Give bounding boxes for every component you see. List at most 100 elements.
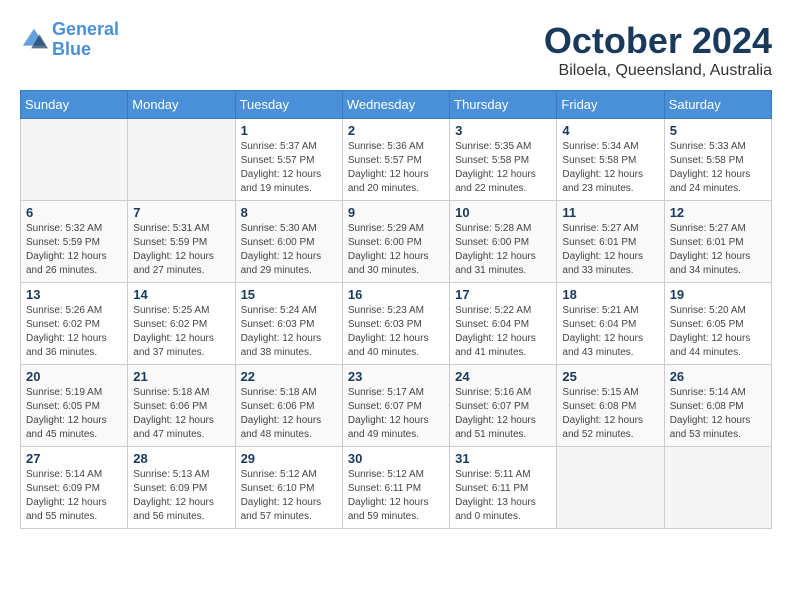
day-info: Sunrise: 5:18 AM Sunset: 6:06 PM Dayligh… <box>133 386 229 442</box>
day-header-wednesday: Wednesday <box>342 91 449 119</box>
calendar-cell: 1Sunrise: 5:37 AM Sunset: 5:57 PM Daylig… <box>235 119 342 201</box>
calendar-cell: 11 Sunrise: 5:27 AM Sunset: 6:01 PM Dayli… <box>557 201 664 283</box>
day-info: Sunrise: 5:14 AM Sunset: 6:09 PM Dayligh… <box>26 468 122 524</box>
day-number: 11 <box>562 205 658 220</box>
calendar-cell: 6Sunrise: 5:32 AM Sunset: 5:59 PM Daylig… <box>21 201 128 283</box>
day-number: 20 <box>26 369 122 384</box>
day-info: Sunrise: 5:30 AM Sunset: 6:00 PM Dayligh… <box>241 222 337 278</box>
calendar-week-3: 13 Sunrise: 5:26 AM Sunset: 6:02 PM Dayli… <box>21 283 772 365</box>
calendar-cell: 18 Sunrise: 5:21 AM Sunset: 6:04 PM Dayli… <box>557 283 664 365</box>
day-info: Sunrise: 5:11 AM Sunset: 6:11 PM Dayligh… <box>455 468 551 524</box>
calendar-cell: 27 Sunrise: 5:14 AM Sunset: 6:09 PM Dayli… <box>21 447 128 529</box>
day-number: 23 <box>348 369 444 384</box>
day-info: Sunrise: 5:29 AM Sunset: 6:00 PM Dayligh… <box>348 222 444 278</box>
day-info: Sunrise: 5:21 AM Sunset: 6:04 PM Dayligh… <box>562 304 658 360</box>
day-info: Sunrise: 5:18 AM Sunset: 6:06 PM Dayligh… <box>241 386 337 442</box>
day-info: Sunrise: 5:27 AM Sunset: 6:01 PM Dayligh… <box>562 222 658 278</box>
calendar-week-4: 20 Sunrise: 5:19 AM Sunset: 6:05 PM Dayli… <box>21 365 772 447</box>
day-info: Sunrise: 5:33 AM Sunset: 5:58 PM Dayligh… <box>670 140 766 196</box>
calendar-cell: 28Sunrise: 5:13 AM Sunset: 6:09 PM Dayli… <box>128 447 235 529</box>
day-number: 25 <box>562 369 658 384</box>
calendar-cell: 31Sunrise: 5:11 AM Sunset: 6:11 PM Dayli… <box>450 447 557 529</box>
day-info: Sunrise: 5:20 AM Sunset: 6:05 PM Dayligh… <box>670 304 766 360</box>
calendar-cell: 9 Sunrise: 5:29 AM Sunset: 6:00 PM Daylig… <box>342 201 449 283</box>
day-number: 18 <box>562 287 658 302</box>
day-info: Sunrise: 5:14 AM Sunset: 6:08 PM Dayligh… <box>670 386 766 442</box>
logo: General Blue <box>20 20 119 60</box>
calendar-cell: 23 Sunrise: 5:17 AM Sunset: 6:07 PM Dayli… <box>342 365 449 447</box>
subtitle: Biloela, Queensland, Australia <box>544 62 772 80</box>
calendar-cell: 19Sunrise: 5:20 AM Sunset: 6:05 PM Dayli… <box>664 283 771 365</box>
day-header-friday: Friday <box>557 91 664 119</box>
calendar-cell: 15Sunrise: 5:24 AM Sunset: 6:03 PM Dayli… <box>235 283 342 365</box>
day-header-saturday: Saturday <box>664 91 771 119</box>
day-info: Sunrise: 5:23 AM Sunset: 6:03 PM Dayligh… <box>348 304 444 360</box>
logo-icon <box>20 26 48 54</box>
logo-text: General Blue <box>52 20 119 60</box>
calendar-cell: 2 Sunrise: 5:36 AM Sunset: 5:57 PM Daylig… <box>342 119 449 201</box>
day-number: 4 <box>562 123 658 138</box>
calendar-cell: 10Sunrise: 5:28 AM Sunset: 6:00 PM Dayli… <box>450 201 557 283</box>
day-number: 7 <box>133 205 229 220</box>
day-number: 27 <box>26 451 122 466</box>
day-info: Sunrise: 5:15 AM Sunset: 6:08 PM Dayligh… <box>562 386 658 442</box>
day-number: 8 <box>241 205 337 220</box>
day-info: Sunrise: 5:31 AM Sunset: 5:59 PM Dayligh… <box>133 222 229 278</box>
day-info: Sunrise: 5:17 AM Sunset: 6:07 PM Dayligh… <box>348 386 444 442</box>
day-number: 2 <box>348 123 444 138</box>
calendar: SundayMondayTuesdayWednesdayThursdayFrid… <box>20 90 772 529</box>
calendar-cell: 5 Sunrise: 5:33 AM Sunset: 5:58 PM Daylig… <box>664 119 771 201</box>
day-number: 21 <box>133 369 229 384</box>
calendar-cell: 12 Sunrise: 5:27 AM Sunset: 6:01 PM Dayli… <box>664 201 771 283</box>
day-info: Sunrise: 5:34 AM Sunset: 5:58 PM Dayligh… <box>562 140 658 196</box>
calendar-cell: 8 Sunrise: 5:30 AM Sunset: 6:00 PM Daylig… <box>235 201 342 283</box>
calendar-cell: 4 Sunrise: 5:34 AM Sunset: 5:58 PM Daylig… <box>557 119 664 201</box>
calendar-cell: 25 Sunrise: 5:15 AM Sunset: 6:08 PM Dayli… <box>557 365 664 447</box>
day-info: Sunrise: 5:26 AM Sunset: 6:02 PM Dayligh… <box>26 304 122 360</box>
day-header-monday: Monday <box>128 91 235 119</box>
day-header-tuesday: Tuesday <box>235 91 342 119</box>
day-number: 12 <box>670 205 766 220</box>
calendar-cell: 30Sunrise: 5:12 AM Sunset: 6:11 PM Dayli… <box>342 447 449 529</box>
day-number: 10 <box>455 205 551 220</box>
day-info: Sunrise: 5:25 AM Sunset: 6:02 PM Dayligh… <box>133 304 229 360</box>
day-number: 5 <box>670 123 766 138</box>
calendar-cell: 17Sunrise: 5:22 AM Sunset: 6:04 PM Dayli… <box>450 283 557 365</box>
day-number: 30 <box>348 451 444 466</box>
day-header-sunday: Sunday <box>21 91 128 119</box>
day-number: 15 <box>241 287 337 302</box>
calendar-cell <box>21 119 128 201</box>
calendar-cell: 21 Sunrise: 5:18 AM Sunset: 6:06 PM Dayli… <box>128 365 235 447</box>
day-number: 13 <box>26 287 122 302</box>
title-area: October 2024 Biloela, Queensland, Austra… <box>544 20 772 80</box>
day-info: Sunrise: 5:27 AM Sunset: 6:01 PM Dayligh… <box>670 222 766 278</box>
day-info: Sunrise: 5:36 AM Sunset: 5:57 PM Dayligh… <box>348 140 444 196</box>
calendar-cell: 29 Sunrise: 5:12 AM Sunset: 6:10 PM Dayli… <box>235 447 342 529</box>
day-number: 16 <box>348 287 444 302</box>
calendar-week-2: 6Sunrise: 5:32 AM Sunset: 5:59 PM Daylig… <box>21 201 772 283</box>
day-number: 3 <box>455 123 551 138</box>
day-number: 14 <box>133 287 229 302</box>
calendar-cell: 16 Sunrise: 5:23 AM Sunset: 6:03 PM Dayli… <box>342 283 449 365</box>
calendar-cell: 7 Sunrise: 5:31 AM Sunset: 5:59 PM Daylig… <box>128 201 235 283</box>
calendar-cell: 20 Sunrise: 5:19 AM Sunset: 6:05 PM Dayli… <box>21 365 128 447</box>
day-number: 22 <box>241 369 337 384</box>
day-info: Sunrise: 5:19 AM Sunset: 6:05 PM Dayligh… <box>26 386 122 442</box>
day-info: Sunrise: 5:32 AM Sunset: 5:59 PM Dayligh… <box>26 222 122 278</box>
day-number: 29 <box>241 451 337 466</box>
day-number: 17 <box>455 287 551 302</box>
calendar-week-5: 27 Sunrise: 5:14 AM Sunset: 6:09 PM Dayli… <box>21 447 772 529</box>
day-info: Sunrise: 5:12 AM Sunset: 6:10 PM Dayligh… <box>241 468 337 524</box>
day-info: Sunrise: 5:16 AM Sunset: 6:07 PM Dayligh… <box>455 386 551 442</box>
calendar-week-1: 1Sunrise: 5:37 AM Sunset: 5:57 PM Daylig… <box>21 119 772 201</box>
day-info: Sunrise: 5:37 AM Sunset: 5:57 PM Dayligh… <box>241 140 337 196</box>
calendar-cell: 24Sunrise: 5:16 AM Sunset: 6:07 PM Dayli… <box>450 365 557 447</box>
calendar-cell: 26 Sunrise: 5:14 AM Sunset: 6:08 PM Dayli… <box>664 365 771 447</box>
calendar-header-row: SundayMondayTuesdayWednesdayThursdayFrid… <box>21 91 772 119</box>
calendar-cell: 13 Sunrise: 5:26 AM Sunset: 6:02 PM Dayli… <box>21 283 128 365</box>
header: General Blue October 2024 Biloela, Queen… <box>20 20 772 80</box>
calendar-cell <box>557 447 664 529</box>
day-number: 26 <box>670 369 766 384</box>
day-number: 9 <box>348 205 444 220</box>
calendar-cell: 3Sunrise: 5:35 AM Sunset: 5:58 PM Daylig… <box>450 119 557 201</box>
